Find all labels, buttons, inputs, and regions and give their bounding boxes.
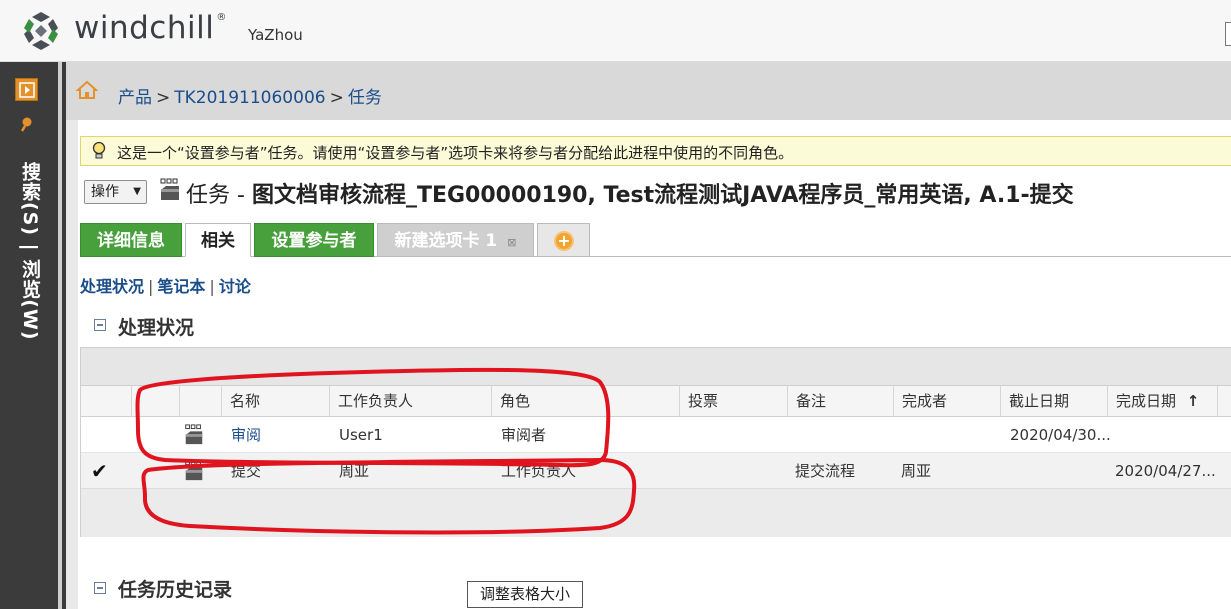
sublink-status[interactable]: 处理状况 (80, 277, 144, 296)
info-tip: 这是一个“设置参与者”任务。请使用“设置参与者”选项卡来将参与者分配给此进程中使… (80, 136, 1231, 166)
table-footer (81, 489, 1231, 537)
row-check (81, 417, 131, 453)
collapse-history-icon[interactable] (94, 582, 106, 594)
header-done-by[interactable]: 完成者 (893, 386, 1000, 417)
tab-related[interactable]: 相关 (185, 223, 251, 257)
header-select[interactable] (131, 386, 179, 417)
row-owner: 周亚 (339, 462, 370, 480)
task-icon (185, 424, 203, 445)
row-completed-date: 2020/04/27... (1115, 462, 1216, 480)
collapse-status-icon[interactable] (94, 319, 106, 331)
breadcrumb-separator: > (156, 88, 171, 108)
windchill-logo-icon (24, 12, 58, 50)
breadcrumb-item-product-id[interactable]: TK201911060006 (174, 88, 325, 108)
table-row[interactable]: 审阅 User1 审阅者 2020/04/30... (81, 417, 1231, 453)
sort-ascending-icon: ↑ (1186, 392, 1200, 410)
status-table: 名称 工作负责人 角色 投票 备注 完成者 截止日期 完成日期 ↑ 审阅 Use… (80, 347, 1231, 537)
header-right-control[interactable] (1225, 22, 1231, 46)
add-tab-button[interactable]: + (537, 223, 590, 257)
task-icon (160, 178, 179, 200)
header-role[interactable]: 角色 (491, 386, 679, 417)
left-navigator-panel: 搜索(S) | 浏览(W) (0, 62, 62, 609)
actions-menu-button[interactable]: 操作 ▼ (84, 180, 147, 204)
header-note[interactable]: 备注 (787, 386, 893, 417)
page-title-main: 图文档审核流程_TEG00000190, Test流程测试JAVA程序员_常用英… (251, 183, 1074, 208)
related-sublinks: 处理状况 | 笔记本 | 讨论 (80, 273, 251, 297)
task-icon (185, 460, 203, 481)
row-vote (681, 453, 689, 489)
caret-down-icon: ▼ (133, 186, 141, 197)
left-navigator: 搜索(S) | 浏览(W) (0, 62, 66, 609)
breadcrumb: 产品 > TK201911060006 > 任务 (118, 83, 382, 108)
sublink-notebook[interactable]: 笔记本 (157, 277, 205, 296)
row-vote (681, 417, 689, 453)
lightbulb-icon (92, 141, 106, 159)
sublink-separator: | (209, 277, 215, 296)
header-completed-date[interactable]: 完成日期 ↑ (1107, 386, 1217, 417)
row-role: 审阅者 (501, 426, 547, 444)
search-icon[interactable] (20, 116, 36, 132)
header-type (179, 386, 221, 417)
row-name: 提交 (231, 462, 262, 480)
tab-new-tab-1[interactable]: 新建选项卡 1 ⊠ (377, 223, 534, 257)
search-browse-tabs[interactable]: 搜索(S) | 浏览(W) (14, 162, 44, 341)
top-header: windchill ® YaZhou (0, 0, 1231, 62)
info-tip-text: 这是一个“设置参与者”任务。请使用“设置参与者”选项卡来将参与者分配给此进程中使… (117, 144, 794, 162)
resize-table-tooltip: 调整表格大小 (467, 581, 583, 608)
close-tab-icon[interactable]: ⊠ (507, 236, 516, 249)
breadcrumb-item-product[interactable]: 产品 (118, 88, 152, 108)
row-due-date: 2020/04/30... (1010, 426, 1111, 444)
tab-details[interactable]: 详细信息 (80, 223, 182, 257)
current-user: YaZhou (248, 26, 303, 44)
sublink-separator: | (148, 277, 154, 296)
row-role: 工作负责人 (501, 462, 577, 480)
expand-navigator-button[interactable] (15, 78, 38, 101)
add-tab-icon: + (554, 231, 574, 251)
table-row[interactable]: ✔ 提交 周亚 工作负责人 提交流程 周亚 2020/04/27... (81, 453, 1231, 489)
row-name-link[interactable]: 审阅 (223, 417, 261, 453)
tab-strip: 详细信息 相关 设置参与者 新建选项卡 1 ⊠ + (80, 223, 1231, 257)
row-done-by (895, 417, 903, 453)
actions-menu-label: 操作 (91, 184, 119, 200)
row-completed-date (1109, 417, 1117, 453)
page-title-prefix: 任务 - (186, 183, 252, 208)
header-name[interactable]: 名称 (221, 386, 329, 417)
header-due-date[interactable]: 截止日期 (1000, 386, 1107, 417)
section-title-status: 处理状况 (118, 317, 195, 339)
breadcrumb-separator: > (329, 88, 344, 108)
row-done-by: 周亚 (901, 462, 932, 480)
expand-arrow-icon (19, 82, 35, 98)
header-check (81, 386, 131, 417)
header-extra (1217, 386, 1231, 417)
header-vote[interactable]: 投票 (679, 386, 787, 417)
table-header: 名称 工作负责人 角色 投票 备注 完成者 截止日期 完成日期 ↑ (81, 386, 1231, 417)
row-note: 提交流程 (795, 462, 856, 480)
breadcrumb-bar: 产品 > TK201911060006 > 任务 (66, 62, 1231, 120)
page-title: 任务 - 图文档审核流程_TEG00000190, Test流程测试JAVA程序… (186, 177, 1074, 209)
row-due-date (1002, 453, 1010, 489)
sublink-discussion[interactable]: 讨论 (219, 277, 251, 296)
tab-new-tab-1-label: 新建选项卡 1 (394, 231, 498, 251)
section-title-history: 任务历史记录 (118, 579, 233, 601)
header-completed-date-label: 完成日期 (1116, 392, 1177, 410)
table-toolbar (81, 348, 1231, 386)
home-icon[interactable] (76, 80, 98, 100)
brand-name: windchill ® (74, 10, 227, 46)
row-check: ✔ (91, 459, 108, 483)
breadcrumb-item-task[interactable]: 任务 (348, 88, 382, 108)
row-note (789, 417, 797, 453)
tab-set-participants[interactable]: 设置参与者 (254, 223, 374, 257)
header-owner[interactable]: 工作负责人 (329, 386, 491, 417)
content-left-frame (66, 120, 78, 609)
row-owner: User1 (339, 426, 383, 444)
